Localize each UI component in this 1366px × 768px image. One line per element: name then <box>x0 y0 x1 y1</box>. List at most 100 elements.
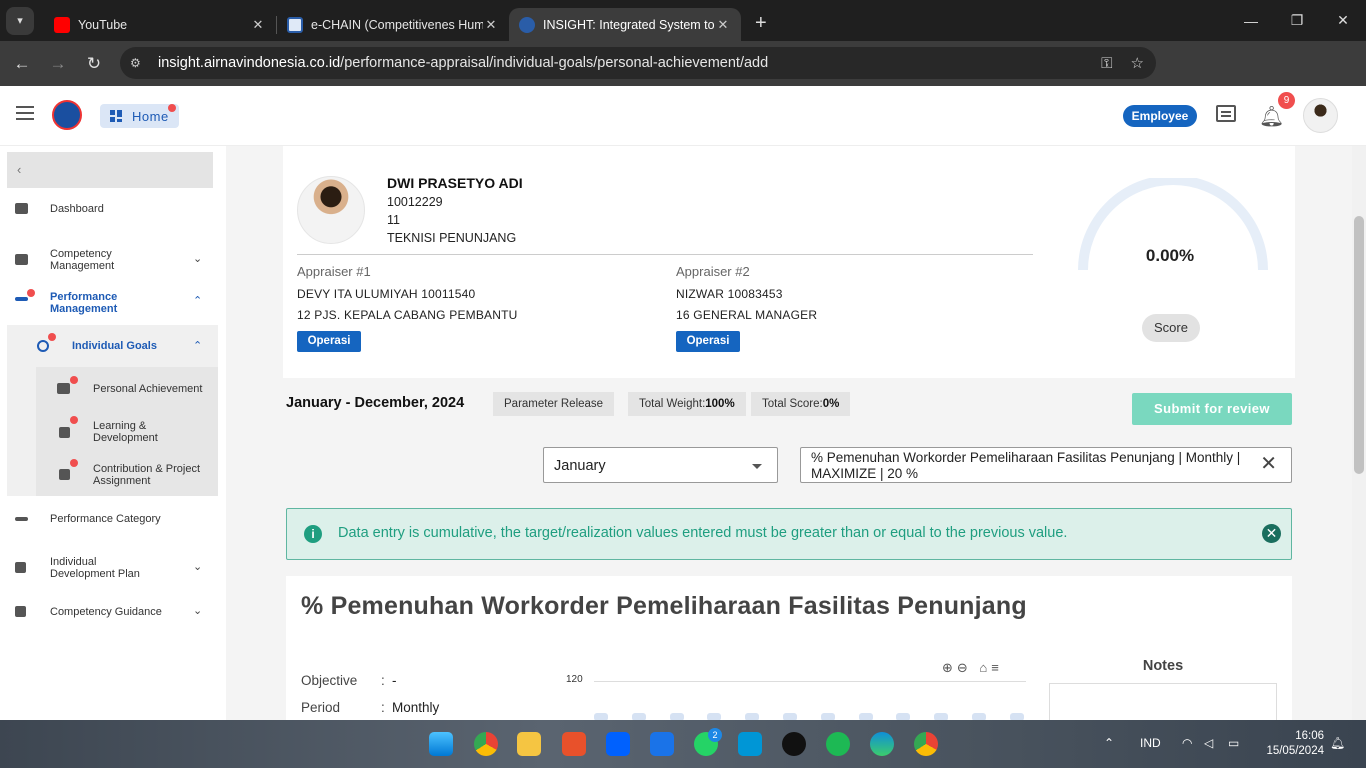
tab-insight[interactable]: INSIGHT: Integrated System to ✕ <box>509 8 741 41</box>
airnav-favicon-icon <box>519 16 535 33</box>
chart-month-marker <box>972 713 986 720</box>
zoom-out-icon[interactable]: ⊖ <box>957 660 972 675</box>
tab-echain[interactable]: e-CHAIN (Competitivenes Human ✕ <box>277 8 509 41</box>
tab-title: INSIGHT: Integrated System to <box>543 17 715 32</box>
appraiser1-role: 12 PJS. KEPALA CABANG PEMBANTU <box>297 308 518 322</box>
zoom-in-icon[interactable]: ⊕ <box>942 660 957 675</box>
notification-dot <box>48 333 56 341</box>
chat-icon[interactable] <box>1216 105 1236 122</box>
close-tab-icon[interactable]: ✕ <box>715 17 731 33</box>
sidebar-item-competency-guidance[interactable]: Competency Guidance ⌄ <box>0 605 218 619</box>
system-clock[interactable]: 16:06 15/05/2024 <box>1258 729 1324 759</box>
score-label: Score <box>1142 314 1200 342</box>
month-select[interactable]: January <box>543 447 778 483</box>
windows-start-icon[interactable] <box>429 732 453 756</box>
reset-home-icon[interactable]: ⌂ <box>972 660 991 675</box>
notes-textarea[interactable] <box>1049 683 1277 720</box>
forward-arrow-icon[interactable]: → <box>40 54 76 74</box>
wifi-icon[interactable]: ◠ <box>1182 736 1192 750</box>
employee-grade: 11 <box>387 213 400 227</box>
airnav-logo[interactable] <box>52 100 82 130</box>
user-avatar[interactable] <box>1303 98 1338 133</box>
spotify-icon[interactable] <box>826 732 850 756</box>
appraiser1-name: DEVY ITA ULUMIYAH 10011540 <box>297 287 476 301</box>
close-tab-icon[interactable]: ✕ <box>250 17 266 33</box>
echain-favicon-icon <box>287 16 303 33</box>
home-label: Home <box>132 108 169 124</box>
alert-message: Data entry is cumulative, the target/rea… <box>338 525 1068 541</box>
restore-icon[interactable]: ❐ <box>1274 12 1320 29</box>
chart-month-marker <box>631 713 646 720</box>
employee-name: DWI PRASETYO ADI <box>387 175 523 191</box>
new-tab-plus-icon[interactable]: + <box>755 12 767 35</box>
notification-bell-icon[interactable]: 🔔︎ <box>1330 736 1345 750</box>
back-arrow-icon[interactable]: ← <box>4 54 40 74</box>
myhp-icon[interactable] <box>738 732 762 756</box>
goal-select-value: % Pemenuhan Workorder Pemeliharaan Fasil… <box>811 450 1241 481</box>
sidebar-item-performance-category[interactable]: Performance Category <box>0 512 218 526</box>
score-value: 0.00% <box>1145 246 1195 265</box>
brave-icon[interactable] <box>562 732 586 756</box>
chart-month-marker <box>1009 713 1024 720</box>
volume-icon[interactable]: ◁ <box>1204 736 1213 750</box>
window-controls: — ❐ ✕ <box>1228 0 1366 41</box>
tab-search-button[interactable]: ▾ <box>6 6 34 35</box>
close-tab-icon[interactable]: ✕ <box>483 17 499 33</box>
appraiser1-unit-badge: Operasi <box>297 331 361 352</box>
youtube-icon <box>54 16 70 33</box>
windows-taskbar: 2 ⌃ IND ◠ ◁ ▭ 16:06 15/05/2024 🔔︎ <box>0 720 1366 768</box>
employee-position: TEKNISI PENUNJANG <box>387 231 517 245</box>
site-settings-icon[interactable]: ⚙ <box>130 56 150 70</box>
tray-chevron-icon[interactable]: ⌃ <box>1104 736 1114 750</box>
tab-youtube[interactable]: YouTube ✕ <box>44 8 276 41</box>
sidebar-item-performance-management[interactable]: Performance Management ⌃ <box>0 289 218 315</box>
sidebar-item-individual-development-plan[interactable]: Individual Development Plan ⌄ <box>0 556 218 580</box>
employee-photo <box>297 176 365 244</box>
sidebar-collapse-button[interactable]: ‹ <box>7 152 213 188</box>
submit-for-review-button[interactable]: Submit for review <box>1132 393 1292 425</box>
chrome-icon[interactable] <box>474 732 498 756</box>
sidebar-item-dashboard[interactable]: Dashboard <box>0 202 218 216</box>
close-alert-icon[interactable]: ✕ <box>1262 524 1281 543</box>
tiktok-icon[interactable] <box>782 732 806 756</box>
sidebar-item-personal-achievement[interactable]: Personal Achievement <box>0 376 218 396</box>
minimize-icon[interactable]: — <box>1228 13 1274 29</box>
address-bar[interactable]: ⚙ insight.airnavindonesia.co.id/performa… <box>120 47 1156 79</box>
password-key-icon[interactable]: ⚿ <box>1101 55 1112 72</box>
dropbox-icon[interactable] <box>606 732 630 756</box>
target-icon <box>37 340 49 352</box>
chevron-down-icon: ⌄ <box>193 253 203 265</box>
goal-title: % Pemenuhan Workorder Pemeliharaan Fasil… <box>301 592 1027 620</box>
sidebar-item-contribution-project[interactable]: Contribution & Project Assignment <box>0 459 218 487</box>
reload-icon[interactable]: ↻ <box>76 54 112 74</box>
battery-icon[interactable]: ▭ <box>1228 736 1239 750</box>
appraiser2-heading: Appraiser #2 <box>676 264 750 279</box>
scrollbar-thumb[interactable] <box>1354 216 1364 474</box>
objective-row: Objective: - <box>301 673 397 688</box>
file-explorer-icon[interactable] <box>517 732 541 756</box>
role-badge[interactable]: Employee <box>1123 105 1197 127</box>
mail-icon[interactable] <box>650 732 674 756</box>
info-alert: i Data entry is cumulative, the target/r… <box>286 508 1292 560</box>
notification-dot <box>70 376 78 384</box>
sidebar-item-competency-management[interactable]: Competency Management ⌄ <box>0 248 218 272</box>
appraiser2-name: NIZWAR 10083453 <box>676 287 783 301</box>
sidebar-item-individual-goals[interactable]: Individual Goals ⌃ <box>0 333 218 353</box>
bell-icon[interactable]: 🔔︎ <box>1259 104 1284 129</box>
language-indicator[interactable]: IND <box>1140 736 1161 750</box>
page-scrollbar[interactable] <box>1352 146 1366 720</box>
sidebar-item-learning-development[interactable]: Learning & Development <box>0 416 218 444</box>
bookmark-star-icon[interactable]: ☆ <box>1131 54 1144 72</box>
edge-icon[interactable] <box>870 732 894 756</box>
clear-icon[interactable]: ✕ <box>1260 454 1277 474</box>
period-row: Period: Monthly <box>301 700 440 715</box>
close-window-icon[interactable]: ✕ <box>1320 12 1366 29</box>
goal-select[interactable]: % Pemenuhan Workorder Pemeliharaan Fasil… <box>800 447 1292 483</box>
total-score-chip: Total Score:0% <box>751 392 851 416</box>
chart-month-marker <box>934 713 949 720</box>
chrome-profile-icon[interactable] <box>914 732 938 756</box>
notification-dot <box>70 459 78 467</box>
appraiser1-heading: Appraiser #1 <box>297 264 371 279</box>
chart-menu-icon[interactable]: ≡ <box>991 660 1003 675</box>
hamburger-menu-icon[interactable] <box>16 106 34 120</box>
